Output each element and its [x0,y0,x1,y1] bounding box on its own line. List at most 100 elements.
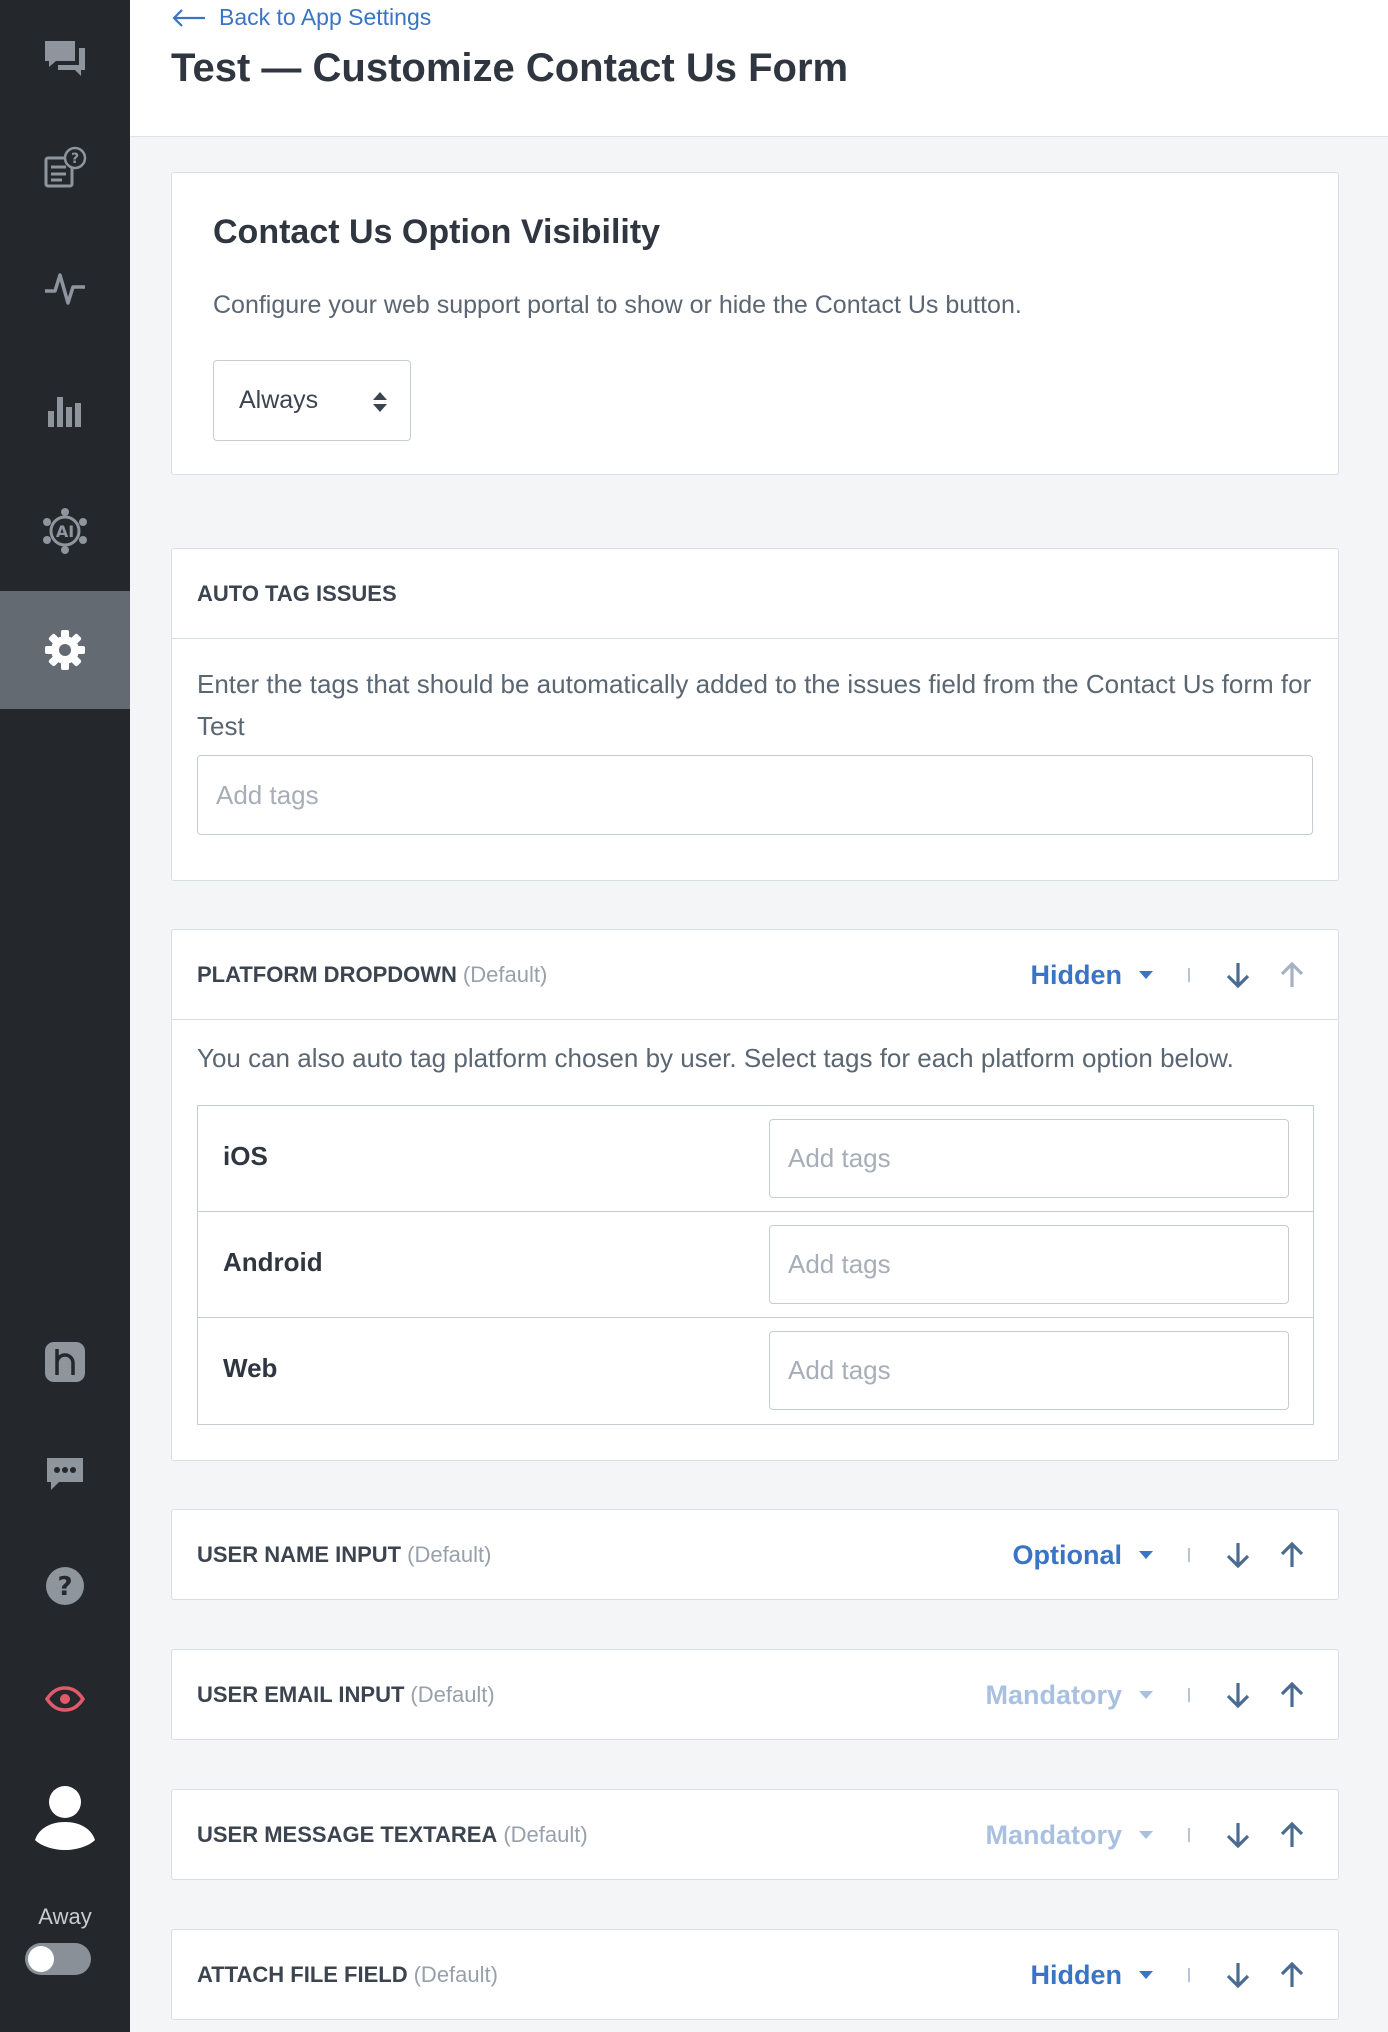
field-controls: Optional [1013,1510,1311,1600]
auto-tag-description: Enter the tags that should be automatica… [197,669,1312,741]
arrow-up-icon [1280,1961,1304,1987]
default-label: (Default) [413,1962,498,1987]
default-label: (Default) [410,1682,495,1707]
sidebar-item-messages[interactable] [0,1415,130,1533]
attach-file-field-card: ATTACH FILE FIELD (Default) Hidden [171,1929,1339,2020]
field-controls: Mandatory [985,1790,1310,1880]
svg-text:?: ? [71,151,79,167]
field-header: USER NAME INPUT (Default) Optional [172,1510,1338,1600]
move-down-button[interactable] [1220,1957,1256,1993]
move-down-button[interactable] [1220,1677,1256,1713]
sidebar-item-faqs[interactable]: ? [0,110,130,228]
move-up-button[interactable] [1274,1957,1310,1993]
sidebar-item-ai[interactable]: AI [0,472,130,590]
contact-us-visibility-card: Contact Us Option Visibility Configure y… [171,172,1339,475]
message-icon [47,1458,83,1490]
visibility-select-value: Always [239,386,319,414]
chat-bubbles-icon [45,41,85,76]
status-value: Mandatory [985,1819,1122,1850]
sidebar-item-conversations[interactable] [0,0,130,118]
move-up-button[interactable] [1274,1677,1310,1713]
field-controls: Hidden [1031,1930,1311,2020]
platform-tags-table: iOS Android Web [197,1105,1314,1425]
helpshift-logo-icon [45,1342,85,1382]
sidebar-item-profile[interactable] [0,1758,130,1876]
platform-name: iOS [223,1141,268,1171]
platform-dropdown-card: PLATFORM DROPDOWN (Default) Hidden You c… [171,929,1339,1461]
attach-file-status-dropdown[interactable]: Hidden [1031,1960,1155,1991]
back-to-app-settings-link[interactable]: Back to App Settings [171,4,431,31]
eye-icon [45,1686,85,1712]
page-title: Test — Customize Contact Us Form [171,46,849,90]
move-down-button[interactable] [1220,957,1256,993]
caret-down-icon [1139,1551,1153,1559]
ios-tags-input[interactable] [769,1119,1289,1198]
sidebar-item-preview[interactable] [0,1640,130,1758]
avatar-icon [35,1786,95,1850]
platform-dropdown-title: PLATFORM DROPDOWN [197,961,457,987]
page-header: Back to App Settings Test — Customize Co… [130,0,1388,137]
move-down-button[interactable] [1220,1537,1256,1573]
arrow-down-icon [1226,1543,1250,1569]
separator [1188,968,1190,982]
analytics-icon [48,397,81,427]
platform-name: Web [223,1353,278,1383]
activity-icon [45,273,85,305]
move-up-button[interactable] [1274,1817,1310,1853]
move-down-button[interactable] [1220,1817,1256,1853]
gear-icon [45,630,85,670]
sidebar: ? AI ? Away [0,0,130,2032]
separator [1188,1688,1190,1702]
sidebar-item-helpshift[interactable] [0,1303,130,1421]
sidebar-item-settings[interactable] [0,591,130,709]
field-header: ATTACH FILE FIELD (Default) Hidden [172,1930,1338,2020]
move-up-button[interactable] [1274,1537,1310,1573]
field-title: USER EMAIL INPUT [197,1682,405,1707]
auto-tag-input[interactable] [197,755,1313,835]
visibility-select[interactable]: Always [213,360,411,441]
caret-down-icon [1139,1691,1153,1699]
help-icon: ? [46,1567,84,1605]
arrow-down-icon [1226,963,1250,989]
field-title: USER NAME INPUT [197,1542,402,1567]
user-message-textarea-card: USER MESSAGE TEXTAREA (Default) Mandator… [171,1789,1339,1880]
sort-arrows-icon [373,392,387,412]
separator [1188,1548,1190,1562]
status-value: Mandatory [985,1679,1122,1710]
user-email-input-card: USER EMAIL INPUT (Default) Mandatory [171,1649,1339,1740]
platform-name: Android [223,1247,323,1277]
field-controls: Mandatory [985,1650,1310,1740]
separator [1188,1968,1190,1982]
web-tags-input[interactable] [769,1331,1289,1410]
status-value: Hidden [1030,1959,1123,1990]
arrow-up-icon [1280,1821,1304,1847]
sidebar-item-help[interactable]: ? [0,1527,130,1645]
platform-dropdown-header: PLATFORM DROPDOWN (Default) Hidden [172,930,1338,1020]
platform-row: iOS [198,1106,1313,1212]
default-label: (Default) [407,1542,492,1567]
arrow-up-icon [1280,1681,1304,1707]
visibility-title: Contact Us Option Visibility [213,213,661,251]
auto-tag-title: AUTO TAG ISSUES [197,580,397,606]
ai-icon: AI [43,508,87,554]
move-up-button[interactable] [1274,957,1310,993]
default-label: (Default) [503,1822,588,1847]
platform-row: Android [198,1212,1313,1318]
sidebar-item-activity[interactable] [0,230,130,348]
platform-description: You can also auto tag platform chosen by… [197,1043,1234,1073]
visibility-description: Configure your web support portal to sho… [213,291,1022,319]
caret-down-icon [1139,971,1153,979]
availability-label: Away [38,1904,92,1929]
sidebar-item-analytics[interactable] [0,350,130,468]
back-link-label: Back to App Settings [219,4,432,30]
platform-row: Web [198,1318,1313,1424]
availability-toggle[interactable] [25,1943,91,1975]
field-header: USER MESSAGE TEXTAREA (Default) Mandator… [172,1790,1338,1880]
user-name-status-dropdown[interactable]: Optional [1013,1540,1155,1571]
svg-text:?: ? [57,1572,72,1602]
field-title: ATTACH FILE FIELD [197,1962,408,1987]
arrow-down-icon [1226,1683,1250,1709]
user-name-input-card: USER NAME INPUT (Default) Optional [171,1509,1339,1600]
platform-status-dropdown[interactable]: Hidden [1031,960,1155,991]
android-tags-input[interactable] [769,1225,1289,1304]
